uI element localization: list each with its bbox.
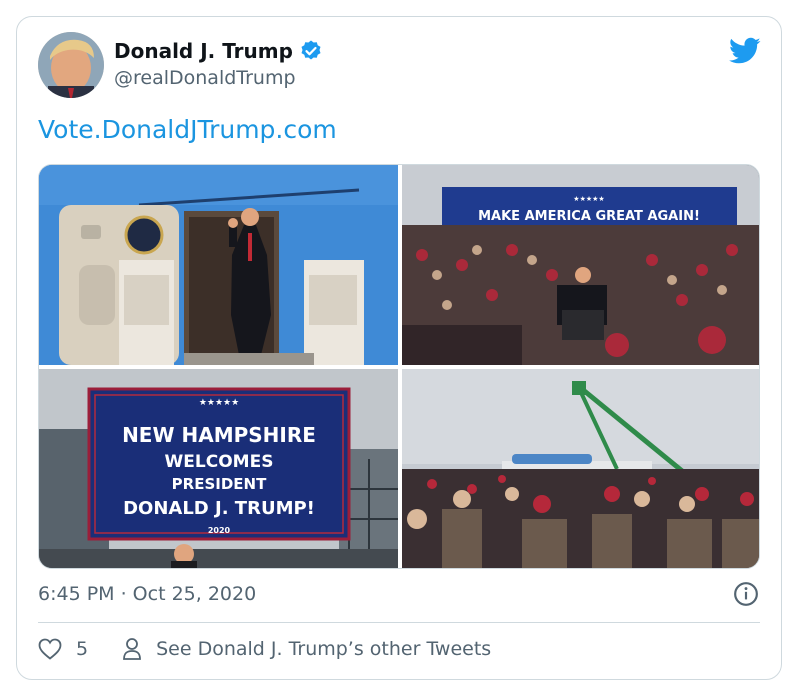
nh-sign-line2: WELCOMES (165, 452, 274, 472)
photo-rally-crowd[interactable]: MAKE AMERICA GREAT AGAIN! ★★★★★ (402, 165, 759, 365)
banner-stars: ★★★★★ (573, 195, 604, 203)
heart-icon (38, 638, 62, 660)
verified-badge-icon (301, 40, 321, 60)
nh-sign-line3: PRESIDENT (172, 475, 267, 493)
tweet-link[interactable]: Vote.DonaldJTrump.com (38, 115, 337, 144)
other-tweets-label: See Donald J. Trump’s other Tweets (156, 638, 492, 660)
photo-air-force-one[interactable] (39, 165, 398, 365)
nh-sign-line1: NEW HAMPSHIRE (122, 423, 316, 447)
info-icon[interactable] (733, 581, 759, 607)
other-tweets-link[interactable]: See Donald J. Trump’s other Tweets (122, 637, 491, 661)
author-name-row[interactable]: Donald J. Trump (114, 39, 323, 63)
divider (38, 622, 760, 623)
person-icon (123, 638, 141, 660)
photo-grid: MAKE AMERICA GREAT AGAIN! ★★★★★ ★★★★★ NE… (38, 164, 760, 569)
photo-nh-sign[interactable]: ★★★★★ NEW HAMPSHIRE WELCOMES PRESIDENT D… (39, 369, 398, 568)
tweet-card: Donald J. Trump @realDonaldTrump Vote.Do… (16, 16, 782, 680)
photo-airfield-crowd[interactable] (402, 369, 759, 568)
tweet-actions: 5 See Donald J. Trump’s other Tweets (38, 637, 491, 661)
author-handle[interactable]: @realDonaldTrump (114, 67, 296, 89)
nh-sign-stars: ★★★★★ (199, 398, 239, 408)
avatar[interactable] (38, 32, 104, 98)
tweet-timestamp[interactable]: 6:45 PM · Oct 25, 2020 (38, 583, 256, 605)
rally-banner-text: MAKE AMERICA GREAT AGAIN! (478, 209, 700, 224)
like-button[interactable]: 5 (38, 638, 88, 660)
twitter-bird-icon[interactable] (729, 37, 761, 65)
like-count: 5 (76, 638, 89, 660)
author-name[interactable]: Donald J. Trump (114, 39, 293, 63)
nh-sign-year: 2020 (208, 526, 231, 535)
nh-sign-line4: DONALD J. TRUMP! (123, 498, 315, 519)
